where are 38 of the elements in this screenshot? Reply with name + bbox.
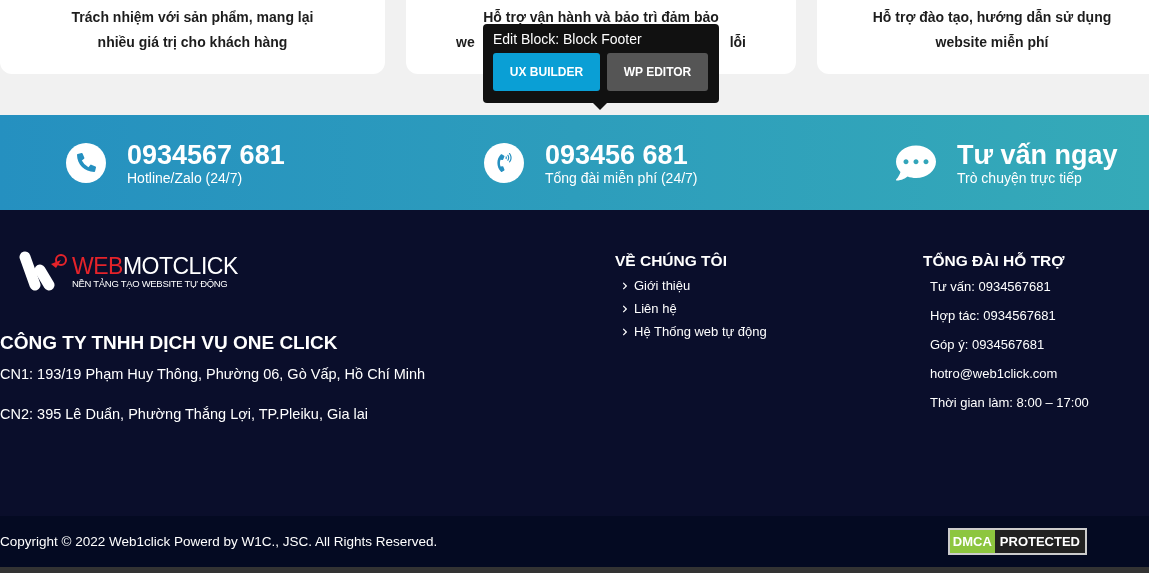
card-text: lỗi <box>729 33 746 52</box>
contact-subtitle: Hotline/Zalo (24/7) <box>127 169 244 186</box>
popup-title: Edit Block: Block Footer <box>493 31 643 47</box>
chevron-icon <box>621 327 629 336</box>
column-heading: VỀ CHÚNG TÔI <box>615 252 728 270</box>
card-text: we <box>456 33 475 52</box>
column-heading: TỔNG ĐÀI HỖ TRỢ <box>923 252 1066 270</box>
footer-link[interactable]: Hệ Thống web tự động <box>621 324 923 339</box>
support-text: Góp ý: 0934567681 <box>930 337 1046 352</box>
logo-name: WEBMOTCLICK <box>72 253 238 278</box>
address-text: CN2: 395 Lê Duẩn, Phường Thắng Lợi, TP.Pleiku, Gia lai <box>0 406 370 422</box>
dmca-badge[interactable]: DMCA PROTECTED <box>947 528 1087 555</box>
card-text: Trách nhiệm với sản phẩm, mang lại <box>71 8 314 27</box>
address-text: CN1: 193/19 Phạm Huy Thông, Phường 06, Gò Vấp, Hồ Chí Minh <box>0 366 427 382</box>
contact-title: Tư vấn ngay <box>957 139 1118 170</box>
copyright-text: Copyright © 2022 Web1click Powerd by W1C., JSC. All Rights Reserved. <box>0 534 438 549</box>
chevron-icon <box>621 304 629 313</box>
contact-subtitle: Trò chuyện trực tiếp <box>957 169 1082 186</box>
card-text: Hỗ trợ vận hành và bảo trì đảm bảo <box>483 8 719 27</box>
editor-button[interactable]: WP EDITOR <box>607 53 708 91</box>
footer-link[interactable]: Giới thiệu <box>621 278 923 293</box>
support-text: Hợp tác: 0934567681 <box>930 308 1057 323</box>
footer-link[interactable]: Liên hệ <box>621 301 923 316</box>
card-text: Hỗ trợ đào tạo, hướng dẫn sử dụng <box>872 8 1112 27</box>
company-name: CÔNG TY TNHH DỊCH VỤ ONE CLICK <box>0 332 339 354</box>
phone-icon <box>484 142 524 183</box>
logo-icon <box>18 250 68 292</box>
support-text: Thời gian làm: 8:00 – 17:00 <box>930 395 1090 410</box>
contact-subtitle: Tổng đài miễn phí (24/7) <box>545 169 698 186</box>
support-text: hotro@web1click.com <box>930 366 1059 381</box>
support-text: Tư vấn: 0934567681 <box>930 279 1052 294</box>
phone-icon <box>66 142 106 183</box>
card-text: nhiều giá trị cho khách hàng <box>97 33 288 52</box>
contact-title: 093456 681 <box>545 139 689 170</box>
contact-title: 0934567 681 <box>127 139 285 170</box>
card-text: website miễn phí <box>935 33 1049 52</box>
chevron-icon <box>621 281 629 290</box>
logo-tagline: NỀN TẢNG TẠO WEBSITE TỰ ĐỘNG <box>72 277 229 289</box>
